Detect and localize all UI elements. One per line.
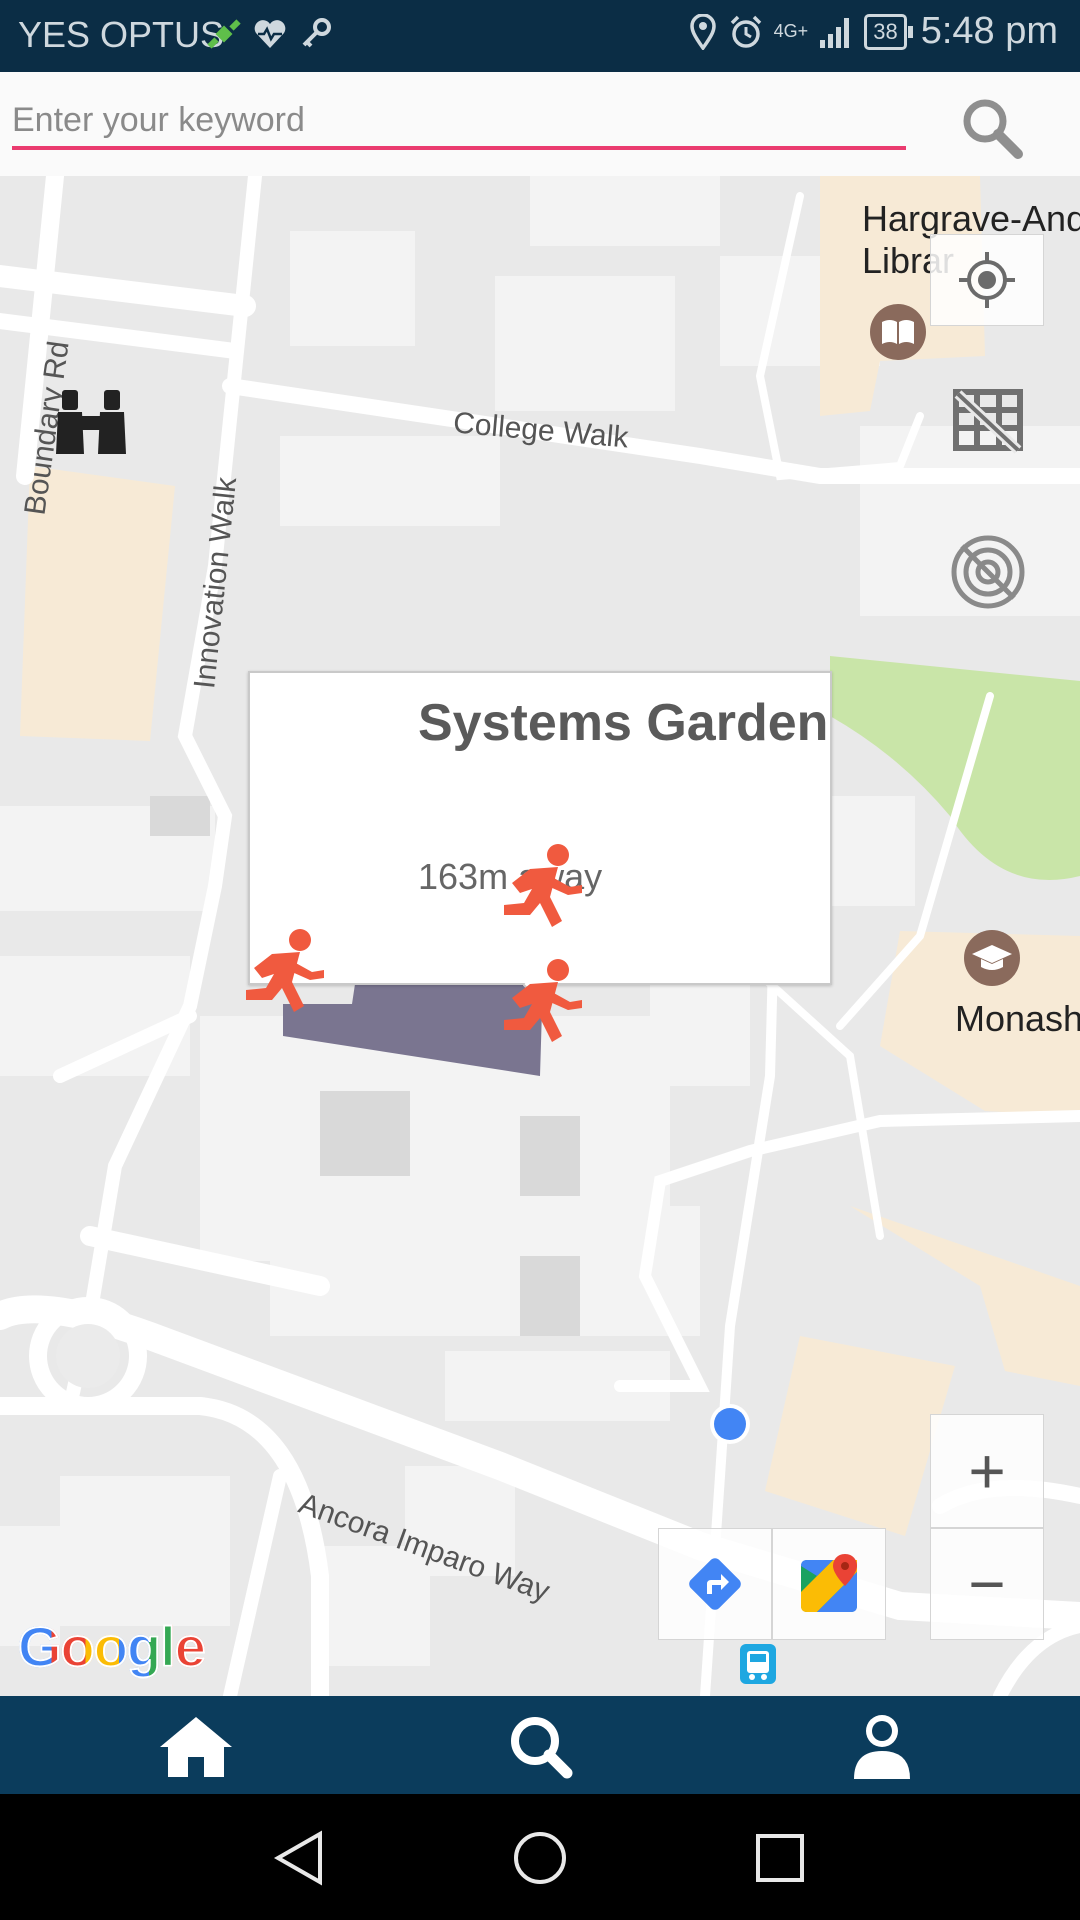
carrier-label: YES OPTUS [18, 14, 225, 55]
recents-icon[interactable] [748, 1826, 812, 1890]
status-bar: YES OPTUS 4G+ 38 5:48 pm [0, 0, 1080, 72]
nav-search-button[interactable] [500, 1710, 580, 1782]
back-icon[interactable] [270, 1826, 334, 1890]
runner-marker-icon[interactable] [232, 926, 332, 1022]
key-icon [302, 18, 331, 48]
user-icon [854, 1715, 910, 1779]
search-button[interactable] [958, 94, 1026, 162]
search-bar [0, 72, 1080, 176]
zoom-out-label: − [968, 1548, 1006, 1620]
open-in-google-maps-button[interactable] [772, 1528, 886, 1640]
battery-indicator: 38 [864, 13, 914, 50]
zoom-in-label: + [968, 1435, 1006, 1507]
my-location-dot [710, 1404, 750, 1444]
search-icon [511, 1717, 573, 1779]
google-logo-text: Google [17, 1614, 207, 1679]
radar-off-icon[interactable] [948, 534, 1028, 610]
search-input[interactable] [12, 94, 906, 150]
marker-info-window[interactable]: Systems Garden 163m away [248, 671, 832, 985]
binoculars-icon[interactable] [54, 386, 128, 458]
my-location-button[interactable] [930, 234, 1044, 326]
home-icon [160, 1717, 232, 1777]
bus-stop-icon[interactable] [740, 1644, 776, 1684]
library-poi-icon[interactable] [868, 302, 928, 362]
bottom-navigation-bar [0, 1696, 1080, 1794]
alarm-icon [730, 15, 761, 48]
network-type: 4G+ [773, 21, 809, 41]
university-poi-icon[interactable] [962, 928, 1022, 988]
zoom-in-button[interactable]: + [930, 1414, 1044, 1528]
runner-marker-icon[interactable] [490, 841, 590, 937]
poi-label-monash: Monash [955, 998, 1080, 1039]
signal-icon [820, 17, 850, 48]
search-icon [963, 99, 1023, 159]
crosshair-icon [959, 252, 1015, 308]
clock: 5:48 pm [920, 10, 1058, 52]
status-right: 4G+ 38 5:48 pm [688, 10, 1058, 53]
location-icon [689, 13, 716, 50]
grid-off-icon[interactable] [952, 388, 1024, 454]
info-window-title: Systems Garden [418, 694, 829, 752]
system-navigation-bar [0, 1794, 1080, 1920]
google-maps-icon [801, 1554, 857, 1612]
runner-marker-icon[interactable] [490, 956, 590, 1052]
nav-profile-button[interactable] [842, 1710, 922, 1782]
nav-home-button[interactable] [156, 1710, 236, 1782]
home-circle-icon[interactable] [508, 1826, 572, 1890]
directions-button[interactable] [658, 1528, 772, 1640]
notification-icons [206, 16, 334, 52]
directions-icon [689, 1558, 741, 1610]
heart-pulse-icon [254, 20, 286, 48]
map-view[interactable]: Boundary Rd Innovation Walk College Walk… [0, 176, 1080, 1696]
google-attribution-logo: Google [17, 1614, 207, 1679]
zoom-out-button[interactable]: − [930, 1528, 1044, 1640]
satellite-icon [207, 19, 241, 49]
